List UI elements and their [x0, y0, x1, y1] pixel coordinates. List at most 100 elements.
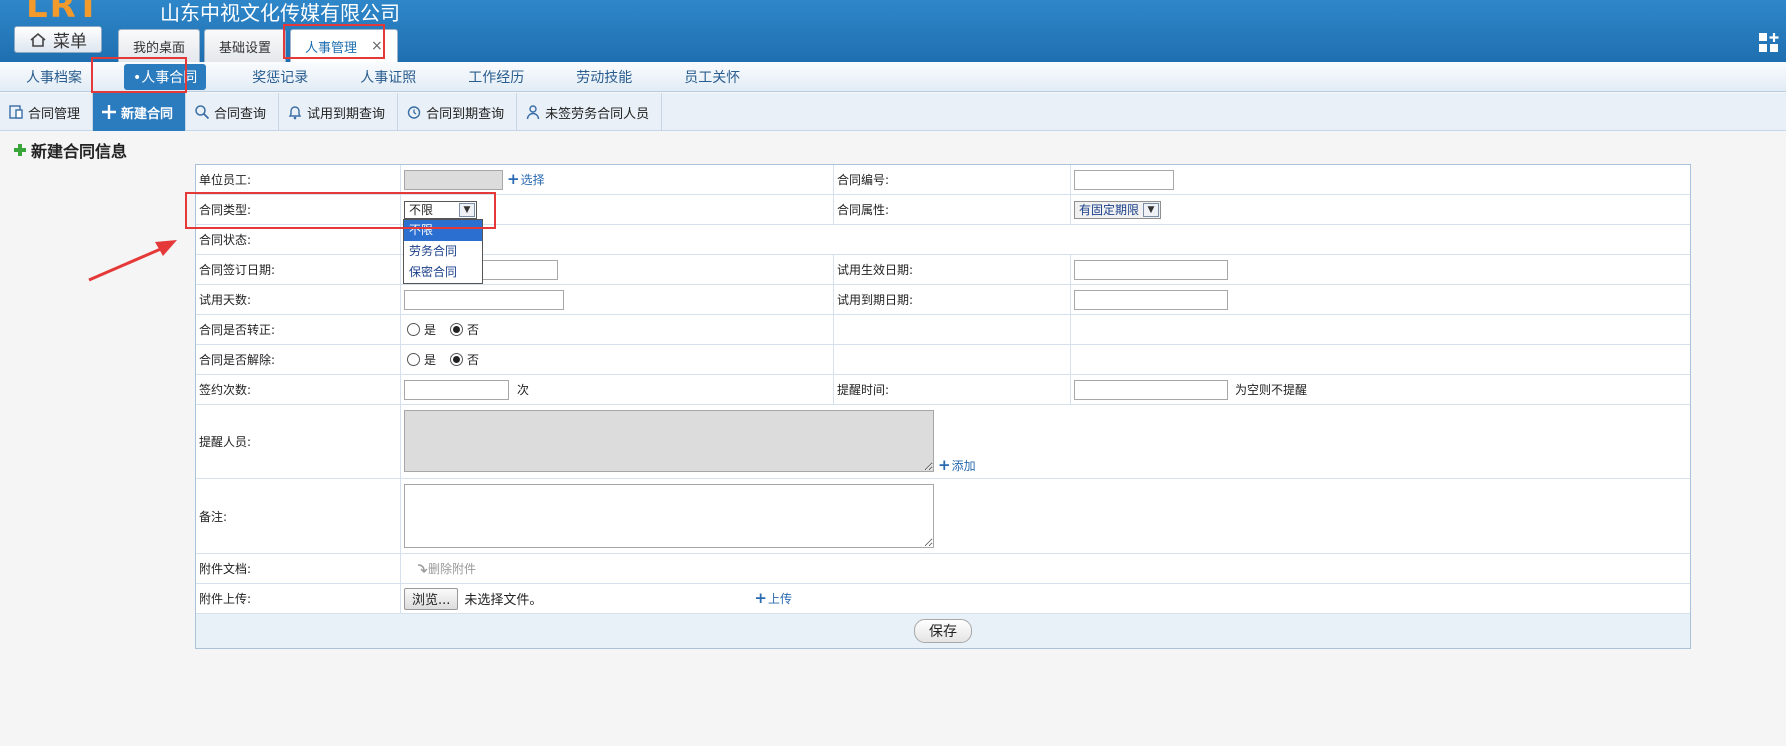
form-row: 备注:	[196, 479, 1690, 554]
tool-label: 试用到期查询	[307, 106, 386, 122]
contract-management-button[interactable]: 合同管理	[0, 93, 94, 131]
radio-label: 是	[424, 323, 437, 337]
trial-effective-cell	[1071, 255, 1690, 284]
radio-label: 否	[467, 353, 480, 367]
contract-status-cell	[401, 225, 1690, 254]
trial-expiry-query-button[interactable]: 试用到期查询	[279, 93, 399, 131]
field-label: 试用天数:	[196, 285, 401, 314]
subnav-hr-archive[interactable]: 人事档案	[20, 65, 88, 89]
new-contract-button[interactable]: 新建合同	[93, 93, 187, 131]
dropdown-option[interactable]: 不限	[404, 220, 482, 241]
upload-link[interactable]: + 上传	[754, 590, 792, 607]
tab-hr-management[interactable]: 人事管理 ×	[290, 29, 398, 62]
upload-cell: 浏览... 未选择文件。 + 上传	[401, 584, 1690, 613]
section-title-text: 新建合同信息	[31, 142, 128, 161]
tool-label: 新建合同	[121, 106, 174, 122]
bell-icon	[288, 106, 302, 120]
search-icon	[195, 105, 210, 120]
unit-employee-cell: + 选择	[401, 165, 834, 194]
terminated-yes-radio[interactable]	[407, 353, 420, 366]
tab-label: 基础设置	[219, 40, 272, 56]
add-widget-icon[interactable]	[1758, 32, 1780, 54]
contract-attr-select[interactable]: 有固定期限 ▼	[1074, 200, 1162, 219]
regularized-yes-radio[interactable]	[407, 323, 420, 336]
form-row: 合同是否解除: 是 否	[196, 345, 1690, 375]
field-label: 合同状态:	[196, 225, 401, 254]
delete-attachment-link[interactable]: 删除附件	[416, 560, 476, 577]
tool-label: 未签劳务合同人员	[545, 106, 650, 122]
contract-expiry-query-button[interactable]: 合同到期查询	[398, 93, 518, 131]
contract-attr-cell: 有固定期限 ▼	[1071, 195, 1690, 224]
empty-cell	[834, 315, 1071, 344]
terminated-no-radio[interactable]	[450, 353, 464, 366]
add-remind-people-link[interactable]: + 添加	[938, 457, 976, 474]
unsigned-labor-contract-button[interactable]: 未签劳务合同人员	[517, 93, 663, 131]
trial-days-input[interactable]	[404, 289, 564, 310]
sign-count-input[interactable]	[404, 379, 509, 400]
plus-icon: +	[507, 170, 520, 188]
save-button[interactable]: 保存	[914, 619, 972, 643]
remind-time-input[interactable]	[1074, 379, 1228, 400]
select-value: 不限	[409, 203, 434, 217]
empty-cell	[1071, 345, 1690, 374]
contract-query-button[interactable]: 合同查询	[186, 93, 280, 131]
contract-no-input[interactable]	[1074, 169, 1174, 190]
subnav-hr-contract[interactable]: •人事合同	[124, 63, 207, 90]
tab-basic-settings[interactable]: 基础设置	[204, 29, 287, 62]
field-label: 附件上传:	[196, 584, 401, 613]
remind-people-textarea[interactable]	[404, 410, 934, 472]
plus-icon	[102, 105, 117, 119]
field-label: 单位员工:	[196, 165, 401, 194]
subnav-employee-care[interactable]: 员工关怀	[678, 65, 746, 89]
field-label: 附件文档:	[196, 554, 401, 583]
empty-cell	[834, 345, 1071, 374]
no-file-text: 未选择文件。	[464, 593, 543, 608]
field-label: 试用生效日期:	[834, 255, 1071, 284]
dropdown-option[interactable]: 保密合同	[404, 262, 482, 283]
form-row: 附件文档: 删除附件	[196, 554, 1690, 584]
trial-effective-date-input[interactable]	[1074, 259, 1228, 280]
remarks-textarea[interactable]	[404, 484, 934, 548]
subnav-work-experience[interactable]: 工作经历	[462, 65, 530, 89]
form-row: 附件上传: 浏览... 未选择文件。 + 上传	[196, 584, 1690, 614]
dropdown-option[interactable]: 劳务合同	[404, 241, 482, 262]
close-icon[interactable]: ×	[371, 38, 383, 54]
terminated-cell: 是 否	[401, 345, 834, 374]
sub-navigation: 人事档案 •人事合同 奖惩记录 人事证照 工作经历 劳动技能 员工关怀	[0, 62, 1786, 92]
form-row: 签约次数: 次 提醒时间: 为空则不提醒	[196, 375, 1690, 405]
trial-end-date-input[interactable]	[1074, 289, 1228, 310]
subnav-rewards[interactable]: 奖惩记录	[246, 65, 314, 89]
clock-icon	[407, 106, 421, 119]
empty-cell	[1071, 315, 1690, 344]
browse-button[interactable]: 浏览...	[404, 587, 459, 610]
tab-my-desktop[interactable]: 我的桌面	[118, 29, 201, 62]
field-label: 提醒人员:	[196, 405, 401, 478]
regularized-cell: 是 否	[401, 315, 834, 344]
attachments-cell: 删除附件	[401, 554, 1690, 583]
home-icon	[30, 32, 46, 47]
regularized-radio-group: 是 否	[407, 321, 489, 338]
radio-label: 是	[424, 353, 437, 367]
remarks-cell	[401, 479, 1690, 553]
tab-label: 人事管理	[305, 40, 358, 56]
tool-label: 合同查询	[214, 106, 267, 122]
green-plus-icon	[14, 144, 26, 156]
select-employee-link[interactable]: + 选择	[507, 171, 545, 188]
unit-employee-input[interactable]	[404, 169, 503, 190]
subnav-labor-skills[interactable]: 劳动技能	[570, 65, 638, 89]
save-row: 保存	[196, 614, 1690, 648]
subnav-licenses[interactable]: 人事证照	[354, 65, 422, 89]
form-row: 单位员工: + 选择 合同编号:	[196, 165, 1690, 195]
annotation-arrow-icon	[88, 240, 177, 282]
contract-toolbar: 合同管理 新建合同 合同查询 试用到期查询 合同到期查询 未签劳务合同人员	[0, 93, 1786, 131]
field-label: 备注:	[196, 479, 401, 553]
field-label: 签约次数:	[196, 375, 401, 404]
plus-icon: +	[938, 456, 951, 474]
contract-type-select[interactable]: 不限 ▼	[404, 200, 477, 219]
form-row: 合同是否转正: 是 否	[196, 315, 1690, 345]
field-label: 合同编号:	[834, 165, 1071, 194]
chevron-down-icon: ▼	[1143, 202, 1160, 217]
menu-button[interactable]: 菜单	[14, 26, 102, 53]
menu-label: 菜单	[53, 32, 87, 52]
regularized-no-radio[interactable]	[450, 323, 464, 336]
